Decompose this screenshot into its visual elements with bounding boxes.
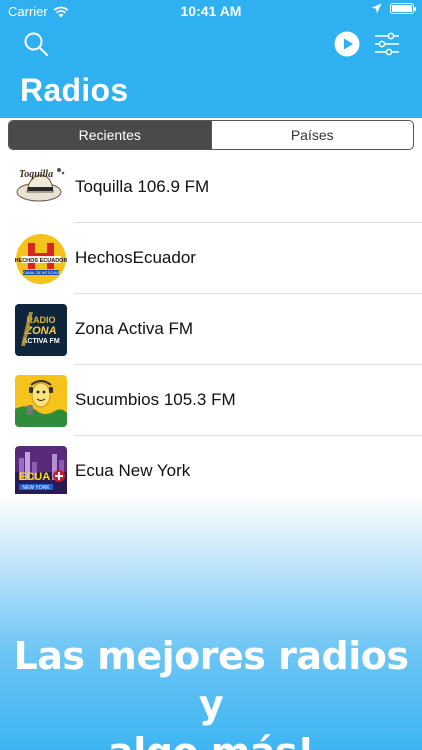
tab-paises[interactable]: Países [210, 121, 414, 149]
station-list: Toquilla Toquilla 106.9 FM HECHOS ECUADO… [0, 152, 422, 507]
sucumbios-logo [15, 375, 67, 427]
header: Radios [0, 22, 422, 118]
promo-banner: Las mejores radios y algo más! [0, 494, 422, 750]
clock: 10:41 AM [180, 3, 242, 19]
ecua-new-york-logo: ECUA NEW YORK [15, 446, 67, 498]
list-item[interactable]: HECHOS ECUADOR CANAL DE NOTICIAS HechosE… [0, 223, 422, 294]
station-name: Ecua New York [75, 461, 191, 480]
svg-text:ACTIVA FM: ACTIVA FM [22, 338, 59, 345]
station-name: Zona Activa FM [75, 319, 194, 338]
svg-text:ECUA: ECUA [19, 471, 50, 483]
segmented-control: Recientes Países [8, 120, 414, 150]
station-name: Toquilla 106.9 FM [75, 177, 210, 196]
station-name: Sucumbios 105.3 FM [75, 390, 236, 409]
search-icon[interactable] [22, 30, 50, 58]
play-button[interactable] [334, 31, 360, 57]
tagline: Las mejores radios y algo más! [0, 632, 422, 750]
svg-text:Toquilla: Toquilla [19, 169, 53, 180]
list-item[interactable]: Toquilla Toquilla 106.9 FM [0, 152, 422, 223]
svg-text:NEW YORK: NEW YORK [22, 485, 50, 491]
status-bar: Carrier 10:41 AM [0, 0, 422, 22]
tagline-line-2: algo más! [0, 728, 422, 750]
page-title: Radios [20, 72, 129, 108]
list-item[interactable]: RADIO ZONA ACTIVA FM Zona Activa FM [0, 294, 422, 365]
svg-text:CANAL DE NOTICIAS: CANAL DE NOTICIAS [23, 271, 59, 275]
toquilla-logo: Toquilla [15, 162, 67, 214]
hechos-ecuador-logo: HECHOS ECUADOR CANAL DE NOTICIAS [15, 233, 67, 285]
tab-recientes[interactable]: Recientes [9, 121, 211, 149]
station-name: HechosEcuador [75, 248, 196, 267]
battery-icon [390, 3, 416, 14]
svg-text:HECHOS ECUADOR: HECHOS ECUADOR [15, 258, 67, 264]
tagline-line-1: Las mejores radios y [13, 634, 409, 726]
list-item[interactable]: Sucumbios 105.3 FM [0, 365, 422, 436]
filter-icon[interactable] [374, 32, 400, 56]
location-arrow-icon [371, 3, 382, 14]
zona-activa-logo: RADIO ZONA ACTIVA FM [15, 304, 67, 356]
